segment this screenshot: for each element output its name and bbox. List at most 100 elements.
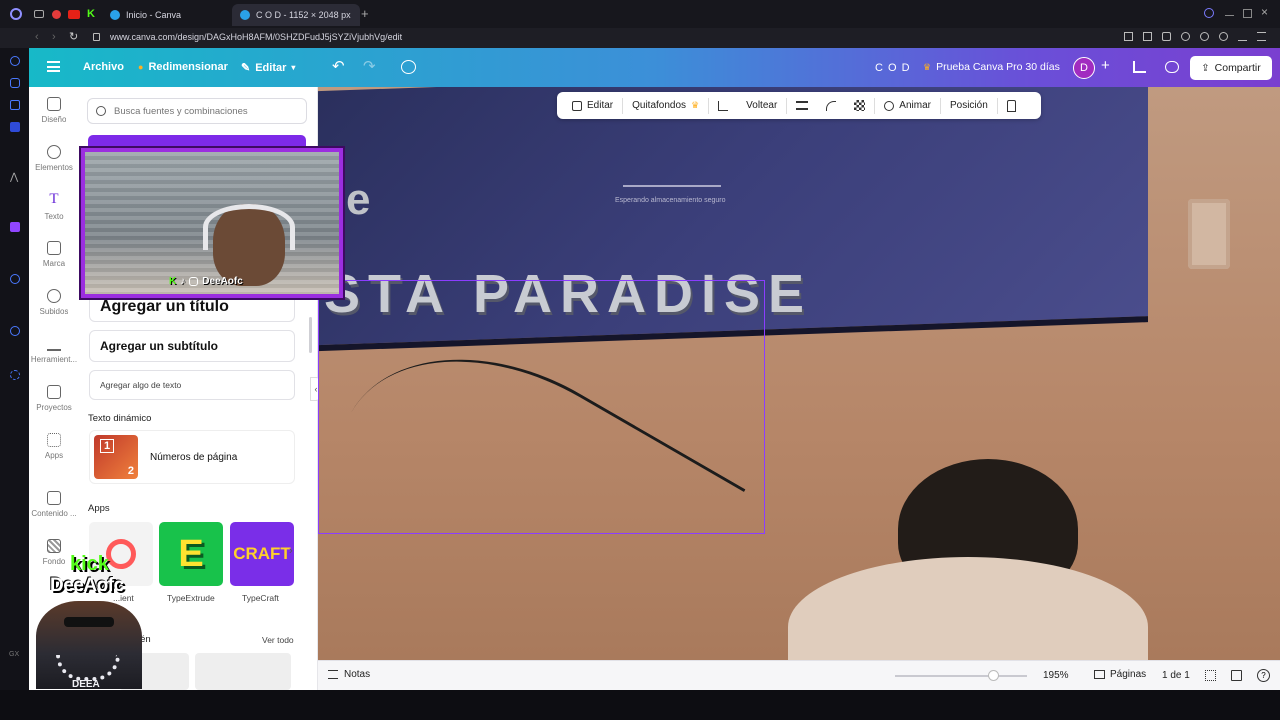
rail-texto[interactable]: T Texto	[29, 183, 79, 229]
rail-label: Diseño	[41, 114, 67, 124]
position-button[interactable]: Posición	[941, 92, 997, 119]
insights-chart-icon[interactable]	[1133, 61, 1146, 73]
app-tile-typeextrude[interactable]: E	[159, 522, 223, 586]
design-canvas[interactable]: Esperando almacenamiento seguro e STA PA…	[318, 87, 1280, 660]
reload-icon[interactable]: ↻	[69, 30, 78, 43]
transparency-button[interactable]	[845, 92, 874, 119]
rail-diseno[interactable]: Diseño	[29, 87, 79, 133]
close-window-icon[interactable]: ×	[1261, 5, 1268, 19]
border-style-button[interactable]	[787, 92, 817, 119]
app-tile-typecraft[interactable]: CRAFT	[230, 522, 294, 586]
zoom-slider[interactable]	[895, 670, 1027, 681]
rail-subidos[interactable]: Subidos	[29, 279, 79, 325]
archivo-menu-button[interactable]: Archivo	[83, 61, 124, 73]
streamer-headphones	[203, 204, 295, 250]
headline-partial-letter[interactable]: e	[346, 175, 370, 225]
crop-button[interactable]	[709, 92, 737, 119]
fullscreen-icon[interactable]	[1231, 670, 1242, 681]
sidebar-clock-icon[interactable]	[10, 326, 20, 336]
tab-cod-design[interactable]: C O D - 1152 × 2048 px	[232, 4, 360, 26]
copy-style-button[interactable]	[998, 92, 1025, 119]
maximize-icon[interactable]	[1243, 9, 1252, 18]
edit-image-button[interactable]: Editar	[563, 92, 622, 119]
add-body-text-label: Agregar algo de texto	[100, 380, 182, 390]
flip-button[interactable]: Voltear	[737, 92, 786, 119]
sidebar-settings-icon[interactable]	[10, 370, 20, 380]
pages-button[interactable]: Páginas	[1094, 669, 1146, 680]
new-tab-icon[interactable]: +	[361, 6, 369, 21]
rail-proyectos[interactable]: Proyectos	[29, 375, 79, 421]
gamepad-icon[interactable]	[34, 10, 44, 18]
add-subtitle-button[interactable]: Agregar un subtítulo	[89, 330, 295, 362]
apps-heading: Apps	[88, 503, 110, 514]
kick-icon[interactable]: K	[87, 8, 95, 20]
forward-icon[interactable]: ›	[52, 31, 56, 43]
font-search-input[interactable]	[114, 105, 294, 117]
corner-icon	[826, 100, 837, 111]
add-collaborator-icon[interactable]: +	[1101, 57, 1110, 74]
cloud-save-icon[interactable]	[401, 60, 416, 74]
sidebar-player-icon[interactable]	[10, 274, 20, 284]
rail-contenido[interactable]: Contenido ...	[29, 481, 79, 527]
youtube-icon[interactable]	[68, 10, 80, 19]
pin-icon[interactable]	[1124, 32, 1133, 41]
notes-button[interactable]: Notas	[328, 669, 370, 680]
sidebar-flow-icon[interactable]	[10, 56, 20, 66]
rail-elementos[interactable]: Elementos	[29, 135, 79, 181]
sidebar-gx-icon[interactable]: GX	[9, 651, 19, 658]
search-tabs-icon[interactable]	[1204, 8, 1214, 18]
panel-scrollbar[interactable]	[309, 317, 312, 353]
hamburger-menu-icon[interactable]	[47, 61, 60, 72]
comments-icon[interactable]	[1165, 61, 1179, 73]
background-pattern-icon	[47, 538, 61, 553]
add-body-text-button[interactable]: Agregar algo de texto	[89, 370, 295, 400]
opera-logo-icon[interactable]	[10, 8, 22, 20]
undo-icon[interactable]: ↶	[332, 57, 345, 75]
help-icon[interactable]: ?	[1257, 669, 1270, 682]
sidebar-twitch-icon[interactable]	[10, 100, 20, 110]
redimensionar-button[interactable]: ● Redimensionar	[138, 61, 228, 73]
back-icon[interactable]: ‹	[35, 31, 39, 43]
corner-rounding-button[interactable]	[817, 92, 845, 119]
background-remover-button[interactable]: Quitafondos ♛	[623, 92, 708, 119]
zoom-slider-handle[interactable]	[988, 670, 999, 681]
rail-apps[interactable]: Apps	[29, 423, 79, 469]
sidebar-messenger-icon[interactable]	[10, 78, 20, 88]
see-all-link[interactable]: Ver todo	[262, 635, 294, 645]
sidebar-arrow-icon[interactable]: ⋀	[10, 172, 18, 183]
record-icon[interactable]	[52, 10, 61, 19]
download-icon[interactable]	[1238, 32, 1247, 41]
minimize-icon[interactable]	[1225, 15, 1234, 16]
apps-scroll-right-icon[interactable]: ›	[289, 545, 293, 557]
menu-icon[interactable]	[1257, 32, 1266, 41]
zoom-level[interactable]: 195%	[1043, 670, 1069, 681]
screenshot-icon[interactable]	[1143, 32, 1152, 41]
edit-image-label: Editar	[587, 100, 614, 111]
url-field[interactable]: www.canva.com/design/DAGxHoH8AFM/0SHZDFu…	[110, 32, 402, 42]
editar-mode-button[interactable]: ✎ Editar ▾	[241, 61, 295, 75]
draw-tool-icon	[47, 337, 61, 351]
try-pro-button[interactable]: ♛ Prueba Canva Pro 30 días	[923, 61, 1060, 73]
crown-icon: ♛	[691, 100, 700, 110]
grid-view-icon[interactable]	[1205, 670, 1216, 681]
rail-marca[interactable]: Marca	[29, 231, 79, 277]
shield-icon[interactable]	[1162, 32, 1171, 41]
browser-toolbar-icons[interactable]	[1124, 32, 1274, 44]
folder-icon	[47, 384, 61, 399]
animate-button[interactable]: Animar	[875, 92, 940, 119]
tab-inicio-canva[interactable]: Inicio - Canva	[102, 4, 227, 26]
sidebar-music-icon[interactable]	[10, 122, 20, 132]
play-icon[interactable]	[1181, 32, 1190, 41]
sidebar-twitch-purple-icon[interactable]	[10, 222, 20, 232]
profile-icon[interactable]	[1219, 32, 1228, 41]
user-avatar[interactable]: D	[1073, 57, 1095, 79]
share-button[interactable]: ⇪ Compartir	[1190, 56, 1272, 80]
rail-herramientas[interactable]: Herramient...	[29, 327, 79, 373]
font-search-box[interactable]	[87, 98, 307, 124]
recent-thumb[interactable]	[195, 653, 291, 690]
rail-label: Marca	[42, 258, 66, 268]
page-numbers-button[interactable]: 1 2 Números de página	[89, 430, 295, 484]
heart-icon[interactable]	[1200, 32, 1209, 41]
redo-icon[interactable]: ↷	[363, 57, 376, 75]
design-title[interactable]: C O D	[875, 62, 911, 74]
